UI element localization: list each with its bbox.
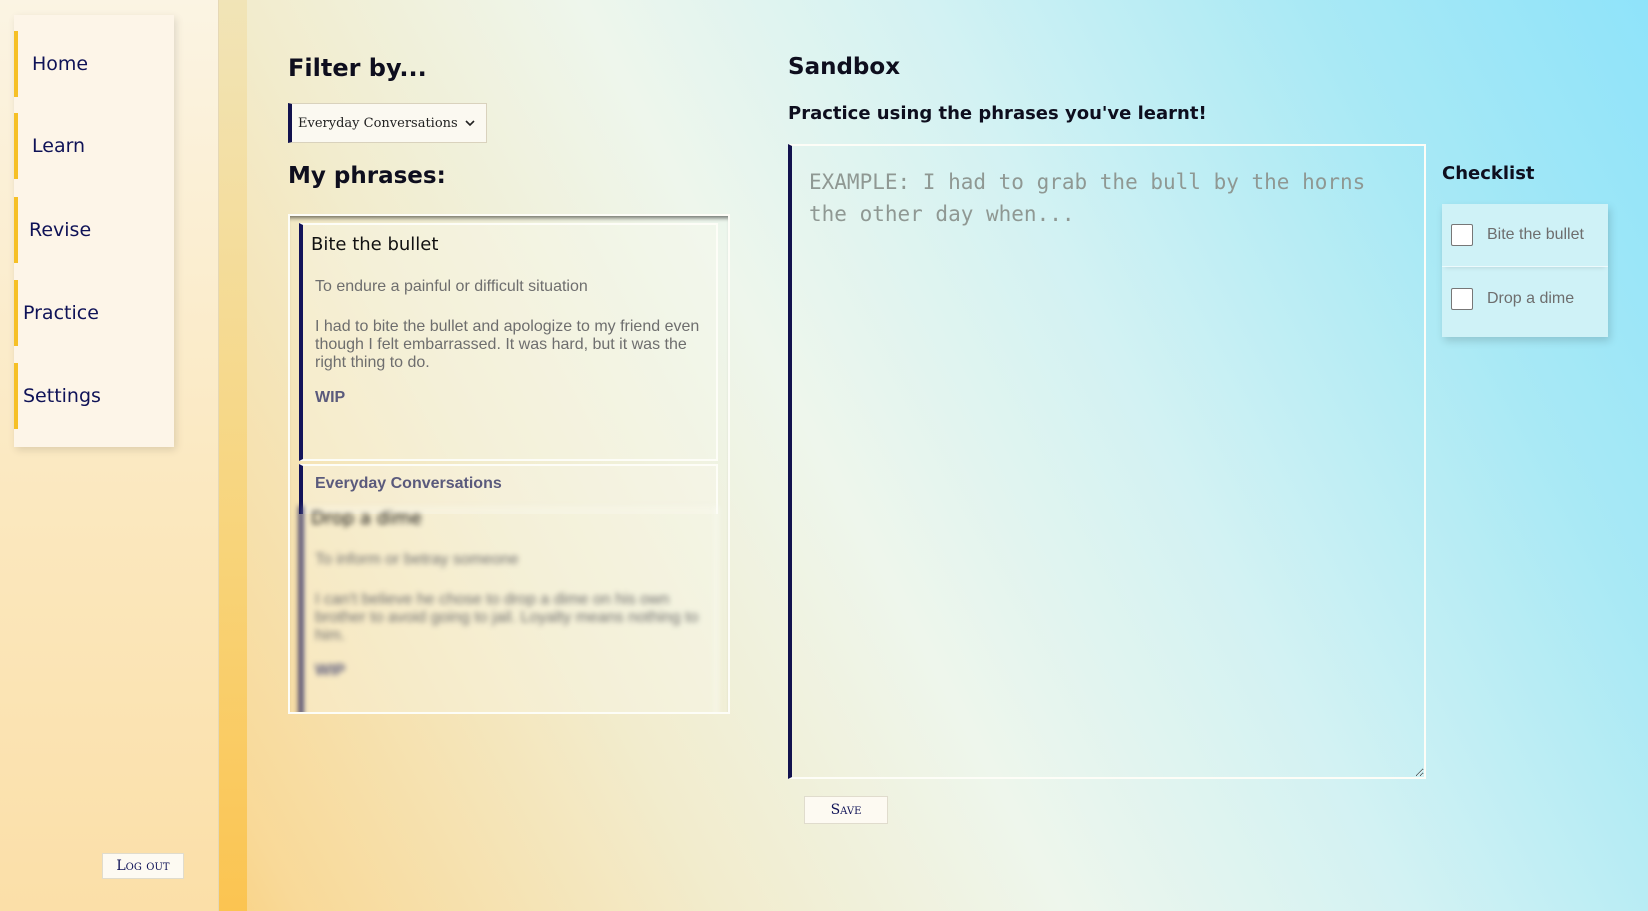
sidebar-divider: [219, 0, 247, 911]
checklist-item[interactable]: Drop a dime: [1442, 268, 1608, 330]
phrase-status: WIP: [315, 389, 346, 406]
phrase-category: Everyday Conversations: [315, 475, 502, 492]
nav-item-learn[interactable]: Learn: [14, 113, 174, 179]
category-select[interactable]: Everyday Conversations: [288, 103, 487, 143]
sandbox-subheading: Practice using the phrases you've learnt…: [788, 103, 1207, 124]
checkbox[interactable]: [1451, 224, 1473, 246]
checklist-item[interactable]: Bite the bullet: [1442, 204, 1608, 267]
checklist: Bite the bullet Drop a dime: [1442, 204, 1608, 337]
phrase-card[interactable]: Drop a dime To inform or betray someone …: [299, 506, 718, 712]
phrase-example: I had to bite the bullet and apologize t…: [315, 318, 700, 371]
sandbox-heading: Sandbox: [788, 54, 901, 80]
my-phrases-heading: My phrases:: [288, 163, 446, 189]
checklist-item-label: Drop a dime: [1487, 290, 1575, 307]
phrase-list[interactable]: Bite the bullet To endure a painful or d…: [288, 214, 730, 714]
phrase-example: I can't believe he chose to drop a dime …: [315, 591, 699, 644]
checklist-heading: Checklist: [1442, 163, 1535, 184]
phrase-title: Drop a dime: [311, 508, 422, 529]
phrase-status: WIP: [315, 662, 346, 679]
phrase-title: Bite the bullet: [311, 234, 439, 255]
nav-item-home[interactable]: Home: [14, 31, 174, 97]
sidebar-nav: Home Learn Revise Practice Settings: [14, 15, 174, 447]
save-button[interactable]: Save: [804, 796, 888, 824]
nav-item-settings[interactable]: Settings: [14, 363, 174, 429]
filter-heading: Filter by...: [288, 54, 427, 82]
chevron-down-icon: [465, 120, 475, 127]
checklist-item-label: Bite the bullet: [1487, 226, 1584, 243]
nav-item-label: Learn: [32, 135, 86, 157]
sidebar: Home Learn Revise Practice Settings Log …: [0, 0, 219, 911]
phrase-definition: To endure a painful or difficult situati…: [315, 278, 588, 295]
phrase-definition: To inform or betray someone: [315, 551, 519, 568]
sandbox-textarea[interactable]: [788, 144, 1426, 779]
nav-item-revise[interactable]: Revise: [14, 197, 174, 263]
checkbox[interactable]: [1451, 288, 1473, 310]
category-select-value: Everyday Conversations: [298, 115, 458, 131]
nav-item-label: Revise: [29, 219, 92, 241]
nav-item-label: Home: [32, 53, 89, 75]
nav-item-label: Practice: [23, 302, 99, 324]
nav-item-practice[interactable]: Practice: [14, 280, 174, 346]
phrase-card[interactable]: Bite the bullet To endure a painful or d…: [299, 223, 718, 461]
logout-button[interactable]: Log out: [102, 853, 184, 879]
nav-item-label: Settings: [23, 385, 101, 407]
